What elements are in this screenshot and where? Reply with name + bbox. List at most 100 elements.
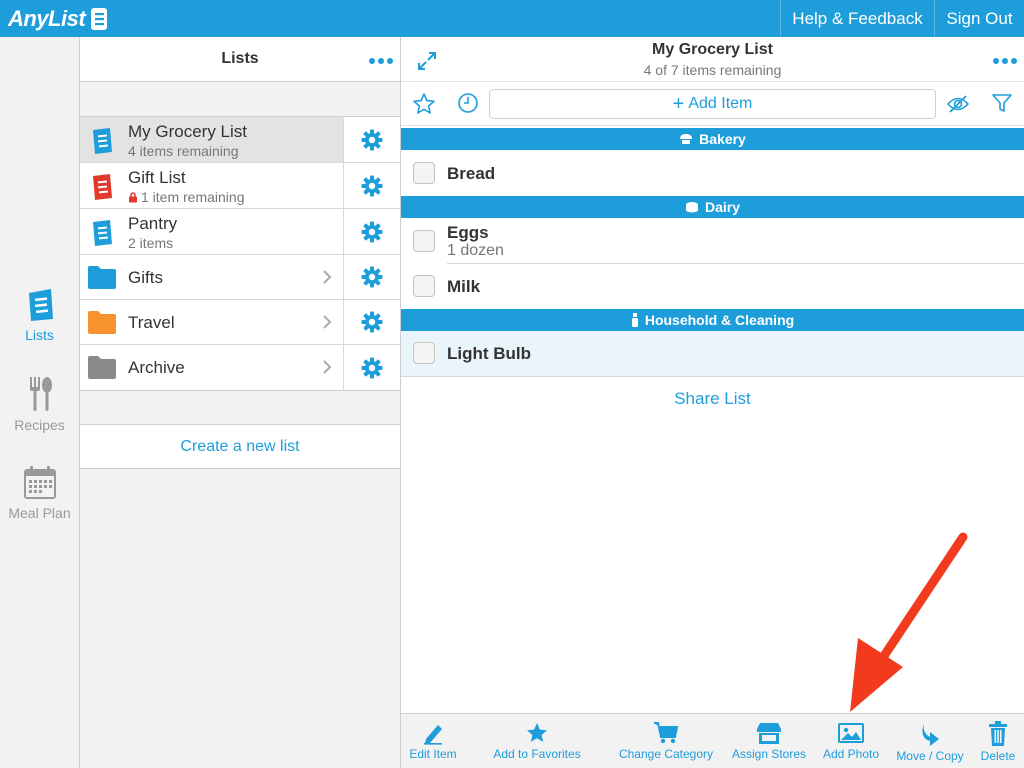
nav-meal-plan-label: Meal Plan bbox=[8, 505, 71, 521]
category-name: Dairy bbox=[704, 199, 741, 215]
gray-folder-icon bbox=[88, 356, 116, 379]
sign-out-button[interactable]: Sign Out bbox=[934, 0, 1024, 37]
assign-stores-button[interactable]: Assign Stores bbox=[727, 714, 811, 768]
dairy-icon bbox=[685, 202, 698, 213]
gear-icon bbox=[361, 129, 383, 150]
orange-folder-icon bbox=[88, 311, 116, 334]
list-settings-button[interactable] bbox=[343, 117, 400, 162]
folder-title: Gifts bbox=[128, 268, 163, 287]
fork-spoon-icon bbox=[29, 377, 52, 411]
delete-button[interactable]: Delete bbox=[975, 714, 1021, 768]
blue-folder-icon bbox=[88, 266, 116, 289]
category-header-bakery: Bakery bbox=[401, 128, 1024, 150]
item-checkbox[interactable] bbox=[413, 230, 435, 252]
add-to-favorites-label: Add to Favorites bbox=[493, 747, 581, 761]
help-feedback-button[interactable]: Help & Feedback bbox=[780, 0, 934, 37]
nav-recipes[interactable]: Recipes bbox=[0, 375, 79, 433]
pencil-icon bbox=[424, 725, 442, 745]
gear-icon bbox=[361, 266, 383, 288]
list-toolbar: + Add Item bbox=[401, 82, 1024, 126]
lists-icon bbox=[28, 289, 53, 321]
list-subtitle-row: 1 item remaining bbox=[128, 189, 245, 205]
gear-icon bbox=[361, 221, 383, 242]
list-subtitle: 2 items bbox=[128, 235, 174, 251]
change-category-label: Change Category bbox=[618, 747, 714, 761]
list-detail: My Grocery List 4 of 7 items remaining +… bbox=[401, 37, 1024, 768]
folder-settings-button[interactable] bbox=[343, 300, 400, 344]
left-nav: Lists Recipes Meal Plan bbox=[0, 37, 80, 768]
share-list-button[interactable]: Share List bbox=[401, 389, 1024, 409]
item-checkbox[interactable] bbox=[413, 342, 435, 364]
list-title: Gift List bbox=[128, 168, 186, 187]
list-item-eggs[interactable]: Eggs 1 dozen bbox=[401, 218, 1024, 264]
filter-icon[interactable] bbox=[991, 92, 1013, 114]
lists-panel: Lists My Grocery List 4 items remaining bbox=[80, 37, 401, 768]
list-logo-icon bbox=[91, 8, 108, 30]
photo-icon bbox=[838, 723, 864, 743]
folder-row-travel[interactable]: Travel bbox=[80, 300, 400, 345]
lists-more-icon[interactable] bbox=[369, 58, 393, 64]
anylist-logo: AnyList bbox=[8, 5, 109, 33]
list-row-pantry[interactable]: Pantry 2 items bbox=[80, 209, 400, 255]
nav-lists[interactable]: Lists bbox=[0, 287, 79, 343]
folder-settings-button[interactable] bbox=[343, 345, 400, 390]
list-settings-button[interactable] bbox=[343, 209, 400, 254]
folder-row-gifts[interactable]: Gifts bbox=[80, 255, 400, 300]
nav-meal-plan[interactable]: Meal Plan bbox=[0, 465, 79, 521]
item-actions-bar: Edit Item Add to Favorites Change Catego… bbox=[401, 713, 1024, 768]
star-outline-icon[interactable] bbox=[412, 92, 436, 116]
folder-title: Archive bbox=[128, 358, 185, 377]
top-bar: AnyList Help & Feedback Sign Out bbox=[0, 0, 1024, 37]
item-name: Eggs bbox=[447, 223, 489, 242]
item-note: 1 dozen bbox=[447, 242, 504, 259]
list-row-my-grocery-list[interactable]: My Grocery List 4 items remaining bbox=[80, 117, 400, 163]
assign-stores-label: Assign Stores bbox=[731, 747, 807, 761]
clock-icon[interactable] bbox=[457, 92, 479, 114]
hide-eye-icon[interactable] bbox=[946, 94, 970, 114]
move-copy-button[interactable]: Move / Copy bbox=[893, 714, 967, 768]
folder-title: Travel bbox=[128, 313, 175, 332]
list-item-bread[interactable]: Bread bbox=[401, 150, 1024, 196]
lists-header: Lists bbox=[80, 37, 400, 82]
list-icon bbox=[93, 220, 112, 246]
edit-item-button[interactable]: Edit Item bbox=[401, 714, 465, 768]
star-icon bbox=[527, 723, 547, 742]
folder-row-archive[interactable]: Archive bbox=[80, 345, 400, 390]
list-title: My Grocery List bbox=[128, 122, 248, 141]
list-item-light-bulb[interactable]: Light Bulb bbox=[401, 331, 1024, 377]
add-to-favorites-button[interactable]: Add to Favorites bbox=[487, 714, 587, 768]
list-row-gift-list[interactable]: Gift List 1 item remaining bbox=[80, 163, 400, 209]
chevron-right-icon bbox=[323, 315, 332, 329]
add-item-label: Add Item bbox=[688, 95, 753, 112]
add-item-field[interactable]: + Add Item bbox=[489, 89, 936, 119]
lists-table: My Grocery List 4 items remaining Gift L… bbox=[80, 116, 400, 391]
nav-recipes-label: Recipes bbox=[14, 417, 65, 433]
create-new-list-button[interactable]: Create a new list bbox=[80, 424, 400, 469]
list-settings-button[interactable] bbox=[343, 163, 400, 208]
item-checkbox[interactable] bbox=[413, 275, 435, 297]
nav-lists-label: Lists bbox=[25, 327, 54, 343]
change-category-button[interactable]: Change Category bbox=[613, 714, 719, 768]
gear-icon bbox=[361, 175, 383, 196]
move-arrow-icon bbox=[922, 723, 939, 746]
list-subtitle: 4 items remaining bbox=[128, 143, 239, 159]
item-checkbox[interactable] bbox=[413, 162, 435, 184]
list-item-milk[interactable]: Milk bbox=[401, 264, 1024, 309]
category-name: Bakery bbox=[699, 131, 746, 147]
edit-item-label: Edit Item bbox=[409, 747, 457, 761]
lock-icon bbox=[129, 191, 137, 202]
bakery-icon bbox=[680, 134, 693, 144]
list-header: My Grocery List 4 of 7 items remaining bbox=[401, 37, 1024, 82]
add-photo-label: Add Photo bbox=[822, 747, 880, 761]
gear-icon bbox=[361, 357, 383, 378]
category-header-household: Household & Cleaning bbox=[401, 309, 1024, 331]
add-photo-button[interactable]: Add Photo bbox=[819, 714, 883, 768]
chevron-right-icon bbox=[323, 270, 332, 284]
delete-label: Delete bbox=[980, 749, 1016, 763]
cart-icon bbox=[654, 722, 679, 744]
light-bulb-icon bbox=[631, 313, 638, 327]
item-name: Bread bbox=[447, 164, 496, 183]
list-more-icon[interactable] bbox=[993, 58, 1017, 64]
list-icon bbox=[93, 174, 112, 200]
folder-settings-button[interactable] bbox=[343, 255, 400, 299]
